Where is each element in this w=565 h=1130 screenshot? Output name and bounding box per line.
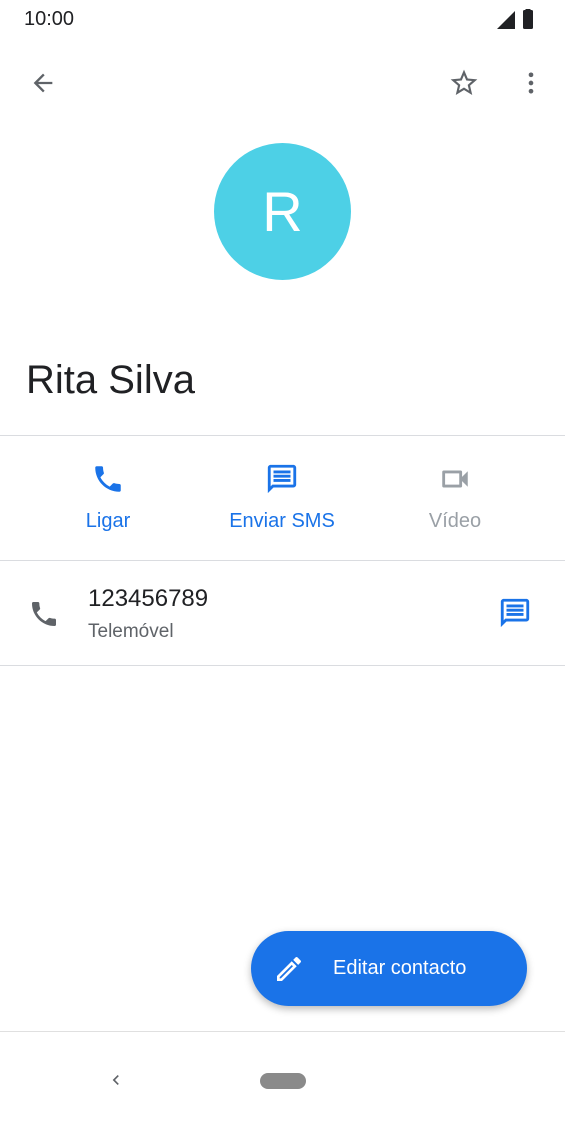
- video-icon: [442, 470, 468, 488]
- send-sms-button[interactable]: [491, 589, 539, 637]
- phone-entry-row[interactable]: [0, 561, 565, 665]
- home-pill-icon[interactable]: [260, 1073, 306, 1089]
- status-icons: [493, 9, 543, 31]
- phone-entry-icon: [24, 594, 64, 634]
- phone-number: 123456789: [88, 585, 209, 612]
- divider: [0, 665, 565, 666]
- battery-icon: [523, 10, 533, 29]
- avatar: R: [214, 143, 351, 280]
- edit-contact-label: Editar contacto: [333, 957, 467, 979]
- divider: [0, 435, 565, 436]
- phone-icon: [95, 466, 121, 492]
- back-button[interactable]: [20, 60, 66, 106]
- more-vert-icon: [528, 72, 534, 94]
- phone-icon: [32, 602, 56, 626]
- video-action-button[interactable]: Vídeo: [370, 462, 540, 534]
- status-bar: 10:00: [0, 0, 565, 40]
- call-action-label: Ligar: [85, 510, 131, 532]
- arrow-left-icon: [33, 73, 53, 93]
- sms-action-button[interactable]: Enviar SMS: [197, 462, 367, 534]
- message-icon: [500, 598, 530, 628]
- contact-name: Rita Silva: [26, 358, 195, 402]
- avatar-initial: R: [262, 180, 303, 243]
- nav-back-button[interactable]: [96, 1060, 136, 1100]
- message-icon: [267, 464, 297, 494]
- favorite-button[interactable]: [441, 60, 487, 106]
- signal-icon: [497, 11, 515, 29]
- sms-action-label: Enviar SMS: [229, 510, 335, 532]
- call-action-button[interactable]: Ligar: [23, 462, 193, 534]
- more-options-button[interactable]: [508, 60, 554, 106]
- nav-back-icon: [112, 1075, 119, 1085]
- edit-contact-button[interactable]: Editar contacto: [251, 931, 527, 1006]
- video-action-label: Vídeo: [428, 510, 482, 532]
- pencil-icon: [277, 957, 302, 981]
- star-outline-icon: [450, 69, 478, 95]
- status-time: 10:00: [24, 8, 75, 30]
- phone-type: Telemóvel: [88, 621, 174, 642]
